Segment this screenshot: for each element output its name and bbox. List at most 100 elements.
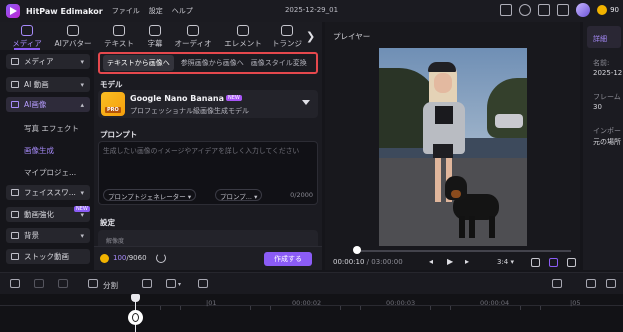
generation-mode-tabs: テキストから画像へ 参照画像から画像へ 画像スタイル変換 [98,52,318,74]
fullscreen-icon[interactable] [567,258,576,267]
aspect-ratio-select[interactable]: 3:4 ▾ [497,258,514,266]
tool-ai-avatar-label: AIアバター [54,39,92,48]
grid-icon[interactable] [557,4,570,16]
enhance-icon [11,211,19,218]
transition-icon [281,25,293,36]
project-name: 2025-12-29_01 [284,6,339,14]
sidebar-item-label: フェイススワ... [24,188,76,197]
credits-used: 100 [113,254,127,262]
ai-image-panel: テキストから画像へ 参照画像から画像へ 画像スタイル変換 モデル PRO Goo… [94,50,322,270]
caret-down-icon [302,100,310,105]
timeline-toolbar: 分割 ▾ [0,272,623,294]
sidebar-item-background[interactable]: 背景 ▾ [6,228,90,243]
clock-icon[interactable] [519,4,532,16]
settings-section-label: 設定 [100,218,115,227]
tool-text-label: テキスト [104,39,134,48]
magnet-icon[interactable] [606,279,616,288]
stock-video-icon [11,253,19,260]
tool-transition[interactable]: トランジ [264,25,310,49]
sidebar-item-label: メディア [24,57,54,66]
credits-badge: 90 [610,6,619,14]
menu-file[interactable]: ファイル [112,6,140,16]
audio-icon [187,25,199,36]
playhead-handle[interactable] [131,294,140,302]
tab-details-label: 詳細 [593,35,607,43]
play-icon[interactable]: ▶ [447,257,453,266]
tool-element[interactable]: エレメント [220,25,266,49]
gift-icon[interactable] [538,4,551,16]
sidebar-subitem-image-generation[interactable]: 画像生成 [24,145,54,156]
credits-bar: 100/9060 作成する [94,246,322,270]
sidebar-item-media[interactable]: メディア ▾ [6,54,90,69]
sidebar-subitem-my-projects[interactable]: マイプロジェ... [24,167,76,178]
model-description: プロフェッショナル級画像生成モデル [130,107,249,115]
delete-icon[interactable] [58,279,68,288]
grid-guide-icon[interactable] [549,258,558,267]
detail-frame-label: フレーム [593,93,621,101]
sidebar-item-face-swap[interactable]: フェイススワ... ▾ [6,185,90,200]
tool-ai-avatar[interactable]: AIアバター [50,25,96,49]
tick-label: 00:00:02 [292,299,322,307]
sidebar-item-ai-video[interactable]: AI 動画 ▾ [6,77,90,92]
scrubber-handle[interactable] [353,246,361,254]
redo-icon[interactable] [34,279,44,288]
link-icon[interactable] [586,279,596,288]
menu-settings[interactable]: 設定 [149,6,163,16]
split-button[interactable]: 分割 [103,280,118,291]
playback-scrubber[interactable] [357,250,571,252]
prev-frame-icon[interactable]: ◂ [429,257,433,266]
refresh-icon[interactable] [156,253,166,263]
chevron-down-icon[interactable]: ▾ [178,281,181,288]
tool-media-label: メディア [12,39,42,48]
toolbar-more-arrow-icon[interactable]: ❯ [306,30,315,43]
tab-image-to-image[interactable]: 参照画像から画像へ [181,58,244,68]
text-tool-icon[interactable] [166,279,176,288]
undo-icon[interactable] [10,279,20,288]
tool-audio[interactable]: オーディオ [170,25,216,49]
video-preview[interactable] [379,48,527,246]
resolution-setting[interactable]: 解像度 [98,230,318,246]
app-logo-icon [6,4,20,18]
details-panel: 詳細 名前: 2025-12... フレーム 30 インポー 元の場所 [583,22,623,270]
tab-style-transfer[interactable]: 画像スタイル変換 [251,58,307,68]
sidebar-item-label: ストック動画 [24,252,69,261]
sidebar-item-ai-image[interactable]: AI画像 ▴ [6,97,90,112]
player-title: プレイヤー [333,32,371,41]
scissors-icon[interactable] [128,310,143,325]
tool-media[interactable]: メディア [4,25,50,50]
model-section-label: モデル [100,80,123,89]
generate-button[interactable]: 作成する [264,252,312,266]
text-icon [113,25,125,36]
coin-icon [100,254,109,263]
prompt-template-button[interactable]: プロンプ... ▾ [215,189,263,201]
sidebar-subitem-photo-effect[interactable]: 写真 エフェクト [24,123,79,134]
tab-details[interactable]: 詳細 [587,26,621,48]
ai-image-icon [11,101,19,108]
sidebar-item-label: 背景 [24,231,39,240]
model-selector[interactable]: PRO Google Nano Banana Pro NEW プロフェッショナル… [98,90,318,118]
sidebar: メディア ▾ AI 動画 ▾ AI画像 ▴ 写真 エフェクト 画像生成 マイプロ… [6,50,92,270]
snapshot-icon[interactable] [531,258,540,267]
new-badge: NEW [74,206,90,212]
next-frame-icon[interactable]: ▸ [465,257,469,266]
prompt-generator-button[interactable]: プロンプトジェネレーター ▾ [103,189,197,201]
split-icon[interactable] [88,279,98,288]
user-avatar[interactable] [576,3,591,17]
media-toolbar: メディア AIアバター テキスト 字幕 オーディオ エレメント トランジ ❯ [0,22,322,50]
timeline-ruler[interactable]: |01 00:00:02 00:00:03 00:00:04 |05 [0,294,623,332]
more-tools-icon[interactable] [198,279,208,288]
sidebar-item-stock-video[interactable]: ストック動画 [6,249,90,264]
microphone-icon[interactable] [552,279,562,288]
folder-icon [11,58,19,65]
tool-element-label: エレメント [224,39,262,48]
detail-name-label: 名前: [593,59,610,67]
menu-help[interactable]: ヘルプ [172,6,193,16]
tick-label: 00:00:04 [480,299,510,307]
prompt-input[interactable] [103,145,313,181]
title-bar: HitPaw Edimakor ファイル 設定 ヘルプ 2025-12-29_0… [0,0,623,22]
tab-text-to-image[interactable]: テキストから画像へ [103,55,174,71]
shield-icon[interactable] [142,279,152,288]
banana-model-icon: PRO [101,92,125,116]
monitor-icon[interactable] [500,4,513,16]
coin-icon [597,5,608,15]
